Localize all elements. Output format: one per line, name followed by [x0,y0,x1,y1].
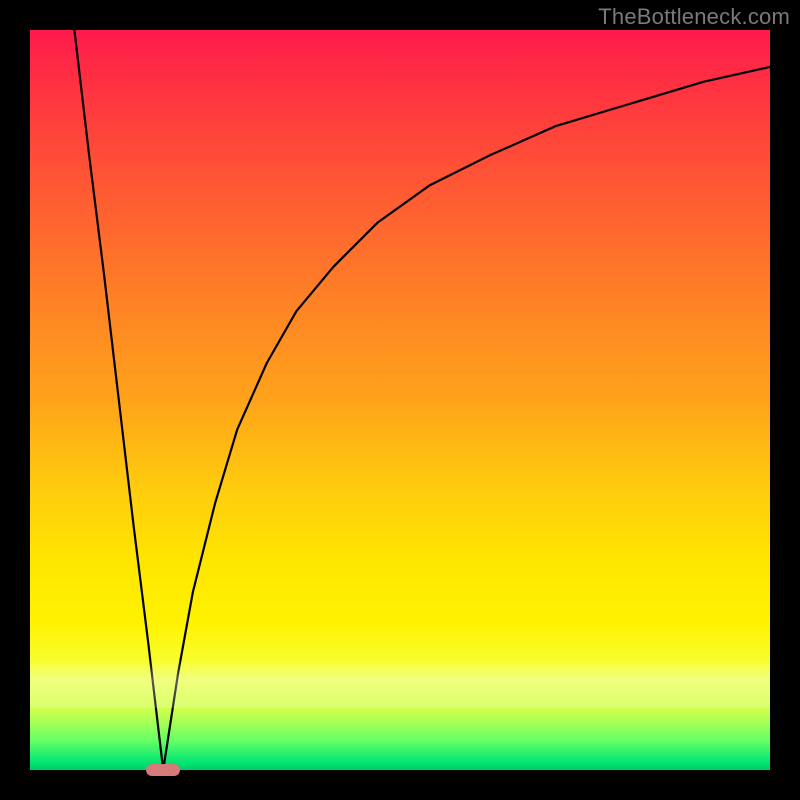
plot-area [30,30,770,770]
chart-frame: TheBottleneck.com [0,0,800,800]
bottleneck-curve [30,30,770,770]
watermark-text: TheBottleneck.com [598,4,790,30]
